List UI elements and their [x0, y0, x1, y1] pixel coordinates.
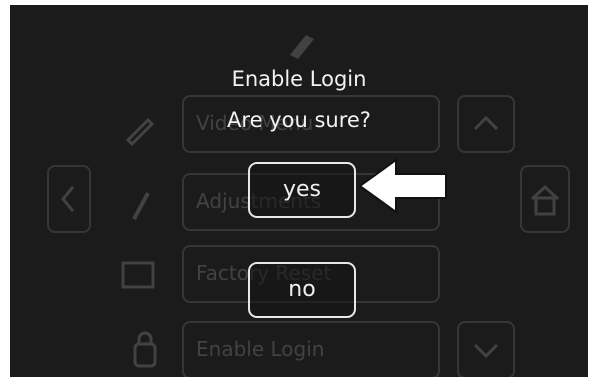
pointer-arrow-icon: [358, 158, 447, 214]
device-screen: Video Menu Adjustments Factory Reset Ena…: [10, 5, 588, 377]
bg-menu-item-enable-login: Enable Login: [182, 321, 440, 377]
bg-menu-item-label: Enable Login: [196, 337, 325, 361]
down-chevron-icon: [473, 343, 499, 359]
bg-home-nav: [520, 165, 570, 233]
dialog-title: Enable Login: [231, 67, 367, 91]
no-button[interactable]: no: [248, 262, 356, 318]
home-icon: [530, 184, 560, 216]
yes-button[interactable]: yes: [248, 162, 356, 218]
bg-down-nav: [457, 321, 515, 377]
bg-left-nav: [47, 165, 91, 233]
dialog-prompt: Are you sure?: [227, 108, 371, 132]
wrench-icon: [132, 192, 150, 220]
left-chevron-icon: [61, 186, 75, 212]
lock-icon: [133, 331, 157, 368]
tool-icon: [290, 35, 314, 59]
reset-icon: [121, 261, 155, 289]
